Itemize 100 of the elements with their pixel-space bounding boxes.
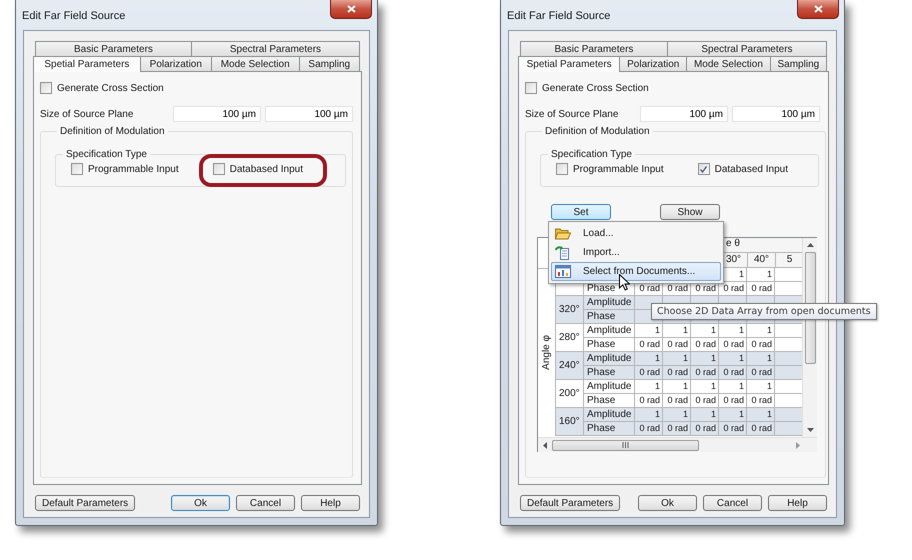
dialog-button[interactable]: Cancel [703, 495, 762, 511]
table-cell: 1 [635, 352, 663, 366]
table-cell: 1 [635, 380, 663, 394]
input-field[interactable]: 100 µm [640, 106, 728, 122]
input-field[interactable]: 100 µm [265, 106, 353, 122]
table-cell: 1 [747, 268, 775, 282]
table-cell: Amplitude [584, 380, 635, 394]
checkbox[interactable]: Databased Input [212, 163, 303, 175]
window-title: Edit Far Field Source [22, 10, 126, 22]
table-cell: 1 [719, 324, 747, 338]
table-cell: 1 [719, 380, 747, 394]
table-cell: Phase [584, 422, 635, 436]
table-cell [775, 422, 802, 436]
column-header: 40° [747, 253, 775, 268]
table-cell: 1 [663, 352, 691, 366]
checkmark-icon [699, 164, 708, 174]
field-label: Size of Source Plane [525, 108, 618, 120]
table-cell: 1 [719, 352, 747, 366]
scroll-up-icon[interactable] [806, 243, 814, 247]
close-button[interactable] [797, 0, 839, 19]
close-icon [814, 5, 822, 13]
dialog-button[interactable]: Help [301, 495, 360, 511]
tab[interactable]: Polarization [140, 56, 212, 71]
table-cell: Phase [584, 310, 635, 324]
scroll-right-icon[interactable] [796, 442, 800, 448]
tab[interactable]: Mode Selection [212, 56, 300, 71]
input-field[interactable]: 100 µm [173, 106, 261, 122]
dialog-button[interactable]: Default Parameters [520, 495, 620, 511]
table-cell: 320° [556, 296, 584, 324]
table-cell: 0 rad [719, 366, 747, 380]
dialog-button[interactable]: Help [768, 495, 827, 511]
table-cell [775, 408, 802, 422]
table-cell: 1 [747, 408, 775, 422]
table-cell: 1 [635, 324, 663, 338]
checkbox[interactable]: Generate Cross Section [40, 82, 164, 94]
table-cell: Amplitude [584, 408, 635, 422]
column-header: 5 [775, 253, 802, 268]
field-label: Size of Source Plane [40, 108, 134, 120]
table-cell: 0 rad [635, 422, 663, 436]
checkbox[interactable]: Generate Cross Section [525, 82, 649, 94]
close-button[interactable] [330, 0, 372, 19]
table-cell: 1 [635, 408, 663, 422]
input-field[interactable]: 100 µm [732, 106, 820, 122]
tab[interactable]: Sampling [770, 56, 827, 71]
dialog-button[interactable]: Ok [171, 495, 230, 511]
horizontal-scrollbar[interactable] [538, 437, 817, 452]
menu-item[interactable]: Load... [551, 224, 721, 243]
group-title: Definition of Modulation [59, 126, 166, 137]
action-button[interactable]: Set [551, 204, 611, 220]
dialog-button[interactable]: Ok [638, 495, 697, 511]
folder-icon [555, 227, 571, 240]
tab[interactable]: Spetial Parameters [33, 56, 141, 72]
table-cell: 240° [556, 352, 584, 380]
table-cell: Amplitude [584, 324, 635, 338]
group-title: Definition of Modulation [544, 126, 651, 137]
tab[interactable]: Polarization [620, 56, 688, 71]
tab[interactable]: Basic Parameters [35, 41, 192, 56]
group-title: Specification Type [550, 149, 633, 160]
table-cell: Amplitude [584, 296, 635, 310]
table-cell: 0 rad [663, 366, 691, 380]
table-cell: 1 [691, 380, 719, 394]
menu-item[interactable]: Import... [551, 243, 721, 262]
table-cell: Phase [584, 366, 635, 380]
table-cell: 1 [663, 380, 691, 394]
window-title: Edit Far Field Source [507, 10, 610, 22]
table-cell: 1 [691, 408, 719, 422]
checkbox[interactable]: Databased Input [698, 163, 788, 175]
dialog-button[interactable]: Cancel [236, 495, 295, 511]
close-icon [346, 5, 356, 13]
table-cell: 0 rad [691, 422, 719, 436]
table-cell: 1 [663, 324, 691, 338]
table-cell: 0 rad [747, 366, 775, 380]
table-cell: 1 [747, 380, 775, 394]
table-cell: 1 [663, 408, 691, 422]
tab[interactable]: Spectral Parameters [192, 41, 360, 56]
scroll-down-icon[interactable] [806, 428, 814, 432]
table-cell: 0 rad [719, 422, 747, 436]
tooltip: Choose 2D Data Array from open documents [651, 303, 877, 320]
tab[interactable]: Spectral Parameters [668, 41, 828, 56]
table-cell: 1 [747, 324, 775, 338]
action-button[interactable]: Show [660, 204, 720, 220]
menu-item[interactable]: Select from Documents... [551, 262, 721, 281]
tab[interactable]: Spetial Parameters [518, 56, 620, 72]
table-cell [775, 352, 802, 366]
table-cell: 1 [691, 352, 719, 366]
checkbox[interactable]: Programmable Input [556, 163, 664, 175]
table-cell: 1 [747, 352, 775, 366]
checkbox[interactable]: Programmable Input [71, 163, 179, 175]
scrollbar-thumb[interactable] [552, 440, 699, 450]
table-cell [775, 366, 802, 380]
table-cell: 160° [556, 408, 584, 436]
table-cell: 0 rad [747, 422, 775, 436]
tab[interactable]: Mode Selection [687, 56, 771, 71]
table-cell: 1 [691, 324, 719, 338]
group-title: Specification Type [65, 149, 148, 160]
tab[interactable]: Basic Parameters [520, 41, 668, 56]
table-cell: Amplitude [584, 352, 635, 366]
scroll-left-icon[interactable] [543, 442, 547, 448]
dialog-button[interactable]: Default Parameters [35, 495, 136, 511]
tab[interactable]: Sampling [300, 56, 360, 71]
